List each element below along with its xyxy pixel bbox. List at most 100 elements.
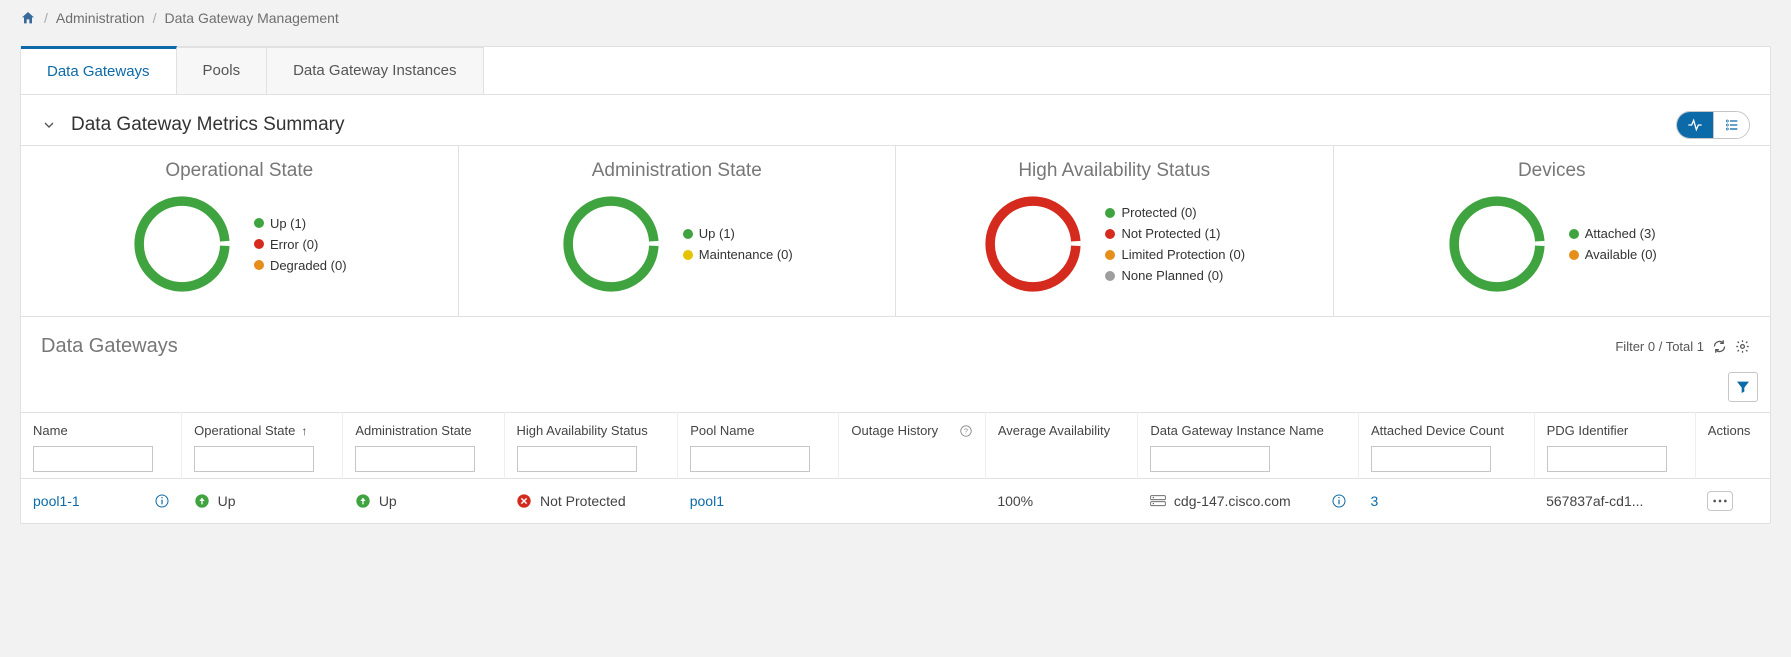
column-header[interactable]: Name	[21, 413, 182, 479]
table-title: Data Gateways	[41, 335, 178, 358]
help-icon[interactable]: ?	[959, 424, 973, 438]
column-header[interactable]: PDG Identifier	[1534, 413, 1695, 479]
legend-label: Maintenance (0)	[699, 247, 793, 262]
main-panel: Data Gateways Pools Data Gateway Instanc…	[20, 46, 1771, 524]
status-error-icon	[516, 493, 532, 509]
column-filter-input[interactable]	[33, 446, 153, 472]
chevron-down-icon[interactable]	[41, 117, 57, 133]
legend-dot	[683, 250, 693, 260]
data-gateway-table: Name Operational State ↑ Administration St…	[21, 412, 1770, 523]
breadcrumb-item[interactable]: Data Gateway Management	[164, 10, 338, 26]
breadcrumb-item[interactable]: Administration	[56, 10, 145, 26]
legend-dot	[683, 229, 693, 239]
server-icon	[1150, 493, 1166, 509]
legend-label: Up (1)	[270, 216, 306, 231]
column-header[interactable]: Operational State ↑	[182, 413, 343, 479]
toggle-list-view[interactable]	[1713, 112, 1749, 138]
tab-instances[interactable]: Data Gateway Instances	[267, 47, 483, 94]
legend-item[interactable]: Degraded (0)	[254, 258, 347, 273]
sort-asc-icon: ↑	[301, 424, 307, 438]
column-label: High Availability Status	[517, 423, 648, 438]
column-header[interactable]: Administration State	[343, 413, 504, 479]
legend-item[interactable]: Limited Protection (0)	[1105, 247, 1245, 262]
chart-title: Operational State	[41, 160, 438, 182]
status-up-icon	[194, 493, 210, 509]
donut-chart	[983, 194, 1083, 294]
column-header[interactable]: Pool Name	[678, 413, 839, 479]
summary-header: Data Gateway Metrics Summary	[21, 95, 1770, 145]
legend-item[interactable]: Up (1)	[254, 216, 347, 231]
avg-availability-cell: 100%	[985, 479, 1138, 524]
instance-name: cdg-147.cisco.com	[1174, 493, 1291, 509]
column-filter-input[interactable]	[1547, 446, 1667, 472]
gateway-name-link[interactable]: pool1-1	[33, 493, 80, 509]
chart-title: Administration State	[479, 160, 876, 182]
legend-label: Available (0)	[1585, 247, 1657, 262]
row-actions-button[interactable]	[1707, 491, 1733, 511]
svg-text:?: ?	[964, 428, 968, 435]
breadcrumb: / Administration / Data Gateway Manageme…	[0, 0, 1791, 36]
table-row: pool1-1 Up Up Not Protected pool1 100% c…	[21, 479, 1770, 524]
chart-legend: Protected (0) Not Protected (1) Limited …	[1105, 205, 1245, 283]
ellipsis-icon	[1712, 499, 1728, 503]
column-header[interactable]: Outage History ?	[839, 413, 985, 479]
column-header[interactable]: Average Availability	[985, 413, 1138, 479]
legend-item[interactable]: Error (0)	[254, 237, 347, 252]
column-label: Pool Name	[690, 423, 754, 438]
view-toggle	[1676, 111, 1750, 139]
legend-dot	[1105, 208, 1115, 218]
ha-status-label: Not Protected	[540, 493, 626, 509]
column-label: Operational State	[194, 423, 295, 438]
legend-item[interactable]: None Planned (0)	[1105, 268, 1245, 283]
column-header[interactable]: Actions	[1695, 413, 1770, 479]
legend-label: Limited Protection (0)	[1121, 247, 1245, 262]
legend-item[interactable]: Protected (0)	[1105, 205, 1245, 220]
refresh-icon[interactable]	[1712, 339, 1727, 354]
column-filter-input[interactable]	[1371, 446, 1491, 472]
info-icon[interactable]	[154, 493, 170, 509]
chart-legend: Attached (3) Available (0)	[1569, 226, 1657, 262]
admin-state-label: Up	[379, 493, 397, 509]
column-label: Data Gateway Instance Name	[1150, 423, 1323, 438]
home-icon[interactable]	[20, 10, 36, 26]
op-state-cell: Up	[194, 493, 331, 509]
column-header[interactable]: High Availability Status	[504, 413, 678, 479]
legend-label: Up (1)	[699, 226, 735, 241]
charts-row: Operational State Up (1) Error (0) Degra…	[21, 145, 1770, 317]
legend-item[interactable]: Maintenance (0)	[683, 247, 793, 262]
column-filter-input[interactable]	[517, 446, 637, 472]
gear-icon[interactable]	[1735, 339, 1750, 354]
chart-legend: Up (1) Maintenance (0)	[683, 226, 793, 262]
legend-label: Protected (0)	[1121, 205, 1196, 220]
donut-chart	[561, 194, 661, 294]
pool-name-link[interactable]: pool1	[690, 493, 724, 509]
legend-label: Attached (3)	[1585, 226, 1656, 241]
toggle-chart-view[interactable]	[1677, 112, 1713, 138]
chart-card: Administration State Up (1) Maintenance …	[459, 146, 897, 316]
legend-dot	[1105, 229, 1115, 239]
column-label: Administration State	[355, 423, 471, 438]
tab-pools[interactable]: Pools	[177, 47, 268, 94]
column-filter-input[interactable]	[355, 446, 475, 472]
activity-icon	[1687, 117, 1703, 133]
info-icon[interactable]	[1331, 493, 1347, 509]
column-header[interactable]: Data Gateway Instance Name	[1138, 413, 1359, 479]
column-filter-input[interactable]	[1150, 446, 1270, 472]
legend-item[interactable]: Up (1)	[683, 226, 793, 241]
filter-button[interactable]	[1728, 372, 1758, 402]
filter-icon	[1735, 379, 1751, 395]
column-filter-input[interactable]	[194, 446, 314, 472]
legend-item[interactable]: Available (0)	[1569, 247, 1657, 262]
tab-data-gateways[interactable]: Data Gateways	[21, 46, 177, 94]
legend-item[interactable]: Attached (3)	[1569, 226, 1657, 241]
attached-count-link[interactable]: 3	[1371, 493, 1379, 509]
column-filter-input[interactable]	[690, 446, 810, 472]
legend-label: Error (0)	[270, 237, 318, 252]
legend-item[interactable]: Not Protected (1)	[1105, 226, 1245, 241]
column-header[interactable]: Attached Device Count	[1359, 413, 1535, 479]
status-up-icon	[355, 493, 371, 509]
filter-summary: Filter 0 / Total 1	[1615, 339, 1704, 354]
list-icon	[1724, 117, 1740, 133]
donut-chart	[1447, 194, 1547, 294]
column-label: Name	[33, 423, 68, 438]
